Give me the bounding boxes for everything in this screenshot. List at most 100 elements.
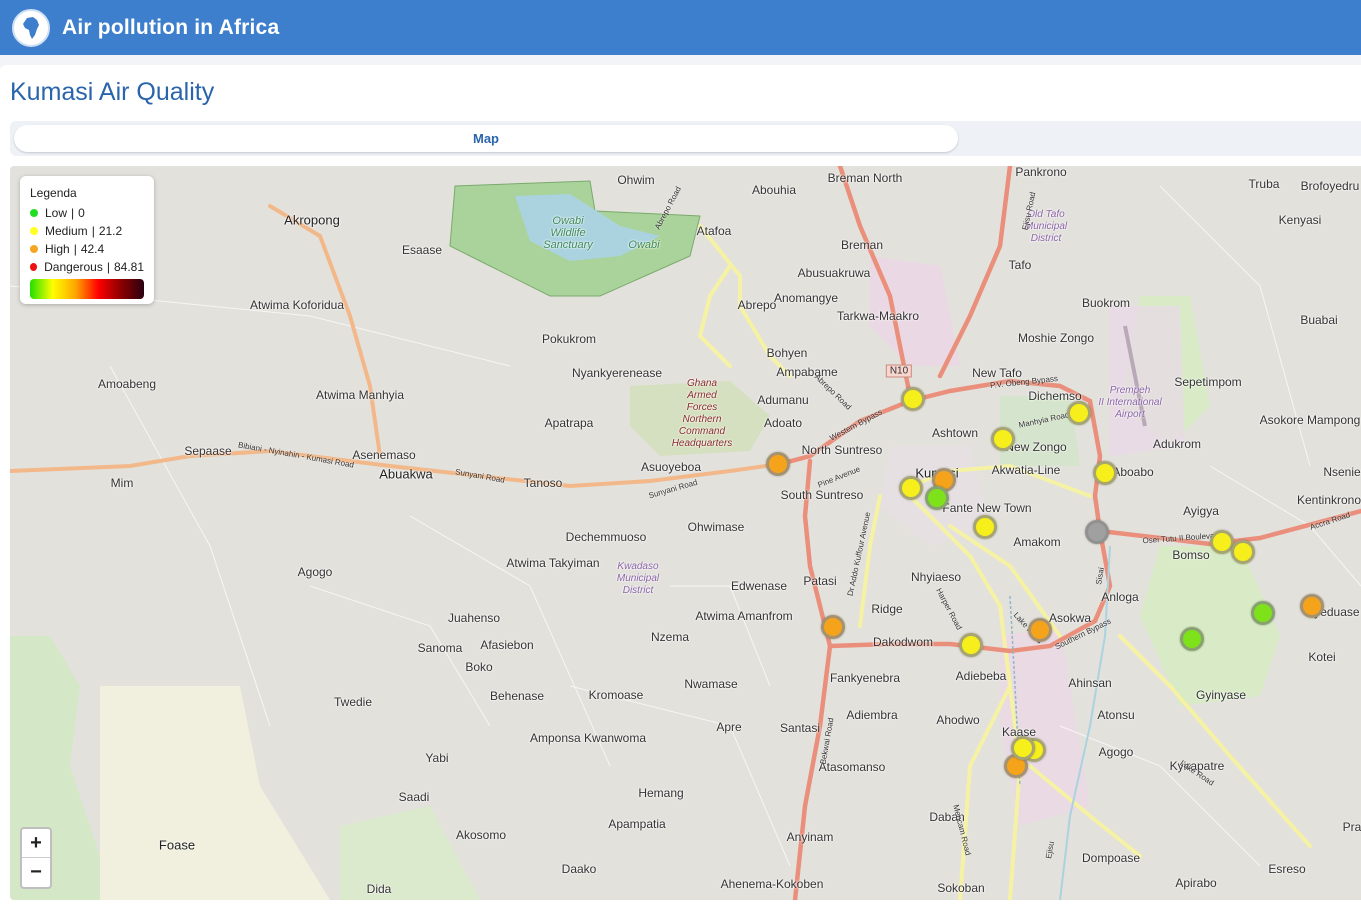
area-label: Owabi (628, 239, 660, 251)
place-label: Adoato (763, 416, 803, 430)
sensor-marker-high[interactable] (1028, 618, 1052, 642)
place-label: South Suntreso (780, 488, 864, 502)
place-label: Akwatia-Line (991, 463, 1061, 477)
area-label: Owabi Wildlife Sanctuary (543, 215, 593, 251)
place-label: Pankrono (1015, 166, 1067, 179)
place-label: Atafoa (696, 224, 732, 238)
sensor-marker-high[interactable] (1300, 594, 1324, 618)
legend-dot-medium (30, 227, 38, 235)
map-basemap (10, 166, 1361, 900)
place-label: Atwima Manhyia (315, 388, 405, 402)
place-label: Apirabo (1175, 876, 1217, 890)
place-label: Sepetimpom (1174, 375, 1242, 389)
sensor-marker-high[interactable] (766, 452, 790, 476)
place-label: Amoabeng (97, 377, 157, 391)
sensor-marker-medium[interactable] (991, 427, 1015, 451)
place-label: Anyinam (786, 830, 834, 844)
place-label: Gyinyase (1195, 688, 1247, 702)
sensor-marker-low[interactable] (1251, 601, 1275, 625)
place-label: Sanoma (417, 641, 463, 655)
place-label: Kotei (1308, 650, 1336, 664)
place-label: Ayigya (1183, 504, 1219, 518)
legend-value: 42.4 (80, 242, 105, 256)
place-label: Juahenso (447, 611, 501, 625)
place-label: Brofoyedru (1300, 179, 1360, 193)
place-label: Abouhia (751, 183, 797, 197)
place-label: Adumanu (757, 393, 809, 407)
place-label: Asuoyeboa (640, 460, 702, 474)
sensor-marker-low[interactable] (925, 486, 949, 510)
place-label: Aboabo (1112, 465, 1154, 479)
place-label: Apampatia (608, 817, 666, 831)
sensor-marker-medium[interactable] (959, 633, 983, 657)
place-label: Tanoso (523, 476, 563, 490)
place-label: Fankyenebra (829, 671, 901, 685)
tab-map[interactable]: Map (14, 125, 958, 152)
place-label: Amponsa Kwanwoma (529, 731, 647, 745)
place-label: Edwenase (730, 579, 788, 593)
place-label: Nwamase (684, 677, 738, 691)
legend-label: Low (45, 206, 68, 220)
place-label: Yabi (425, 751, 449, 765)
area-label: Kwadaso Municipal District (616, 561, 660, 596)
map-view[interactable]: Ohwim Abouhia Breman North Pankrono Truba Bro… (10, 166, 1361, 900)
place-label: Breman (840, 238, 884, 252)
sensor-marker-medium[interactable] (1011, 736, 1035, 760)
legend-label: Medium (45, 224, 88, 238)
place-label: Bohyen (766, 346, 808, 360)
place-label: Adiembra (846, 708, 898, 722)
place-label: Nhyiaeso (910, 570, 962, 584)
place-label: Atasomanso (818, 760, 886, 774)
sensor-marker-medium[interactable] (973, 515, 997, 539)
sensor-marker-medium[interactable] (1231, 540, 1255, 564)
place-label: Ohwimase (687, 520, 745, 534)
sensor-marker-offline[interactable] (1085, 520, 1109, 544)
sensor-marker-low[interactable] (1180, 627, 1204, 651)
page-title: Kumasi Air Quality (10, 78, 215, 106)
area-label: Ghana Armed Forces Northern Command Headquart… (671, 378, 733, 449)
sensor-marker-high[interactable] (821, 615, 845, 639)
sensor-marker-medium[interactable] (899, 476, 923, 500)
legend-dot-dangerous (30, 263, 38, 271)
zoom-in-button[interactable]: + (22, 829, 50, 858)
place-label: Afasiebon (480, 638, 534, 652)
place-label: Nsenie (1323, 465, 1361, 479)
place-label: Agogo (297, 565, 333, 579)
legend-label: Dangerous (44, 260, 103, 274)
sensor-marker-medium[interactable] (901, 387, 925, 411)
place-label: Kromoase (588, 688, 644, 702)
place-label: Foase (158, 837, 196, 853)
place-label: Akosomo (455, 828, 507, 842)
tab-bar: Map (10, 121, 1361, 156)
place-label: Buokrom (1081, 296, 1131, 310)
place-label: Mim (110, 476, 134, 490)
place-label: Adiebeba (955, 669, 1007, 683)
place-label: Moshie Zongo (1017, 331, 1095, 345)
legend-dot-high (30, 245, 38, 253)
place-label: Buabai (1300, 313, 1338, 327)
legend-row-medium: Medium | 21.2 (30, 222, 144, 240)
place-label: Breman North (827, 171, 903, 185)
place-label: Atwima Koforidua (249, 298, 345, 312)
road-shield: N10 (885, 364, 913, 378)
place-label: Asokwa (1048, 611, 1092, 625)
app-title: Air pollution in Africa (62, 15, 280, 39)
place-label: Sepaase (184, 444, 232, 458)
place-label: Abusuakruwa (797, 266, 871, 280)
place-label: Abuakwa (379, 466, 433, 482)
place-label: Akropong (284, 212, 340, 228)
legend-dot-low (30, 209, 38, 217)
place-label: Asokore Mampong (1259, 413, 1361, 427)
place-label: Ridge (871, 602, 903, 616)
place-label: Adukrom (1152, 437, 1202, 451)
legend-color-scale (30, 279, 144, 299)
africa-globe-icon[interactable] (12, 8, 50, 47)
place-label: Dechemmuoso (565, 530, 647, 544)
sensor-marker-medium[interactable] (1067, 401, 1091, 425)
zoom-control: + − (20, 827, 52, 889)
place-label: Truba (1248, 177, 1280, 191)
zoom-out-button[interactable]: − (22, 858, 50, 887)
place-label: Bomso (1172, 548, 1210, 562)
sensor-marker-medium[interactable] (1093, 461, 1117, 485)
app-header: Air pollution in Africa (0, 0, 1361, 55)
